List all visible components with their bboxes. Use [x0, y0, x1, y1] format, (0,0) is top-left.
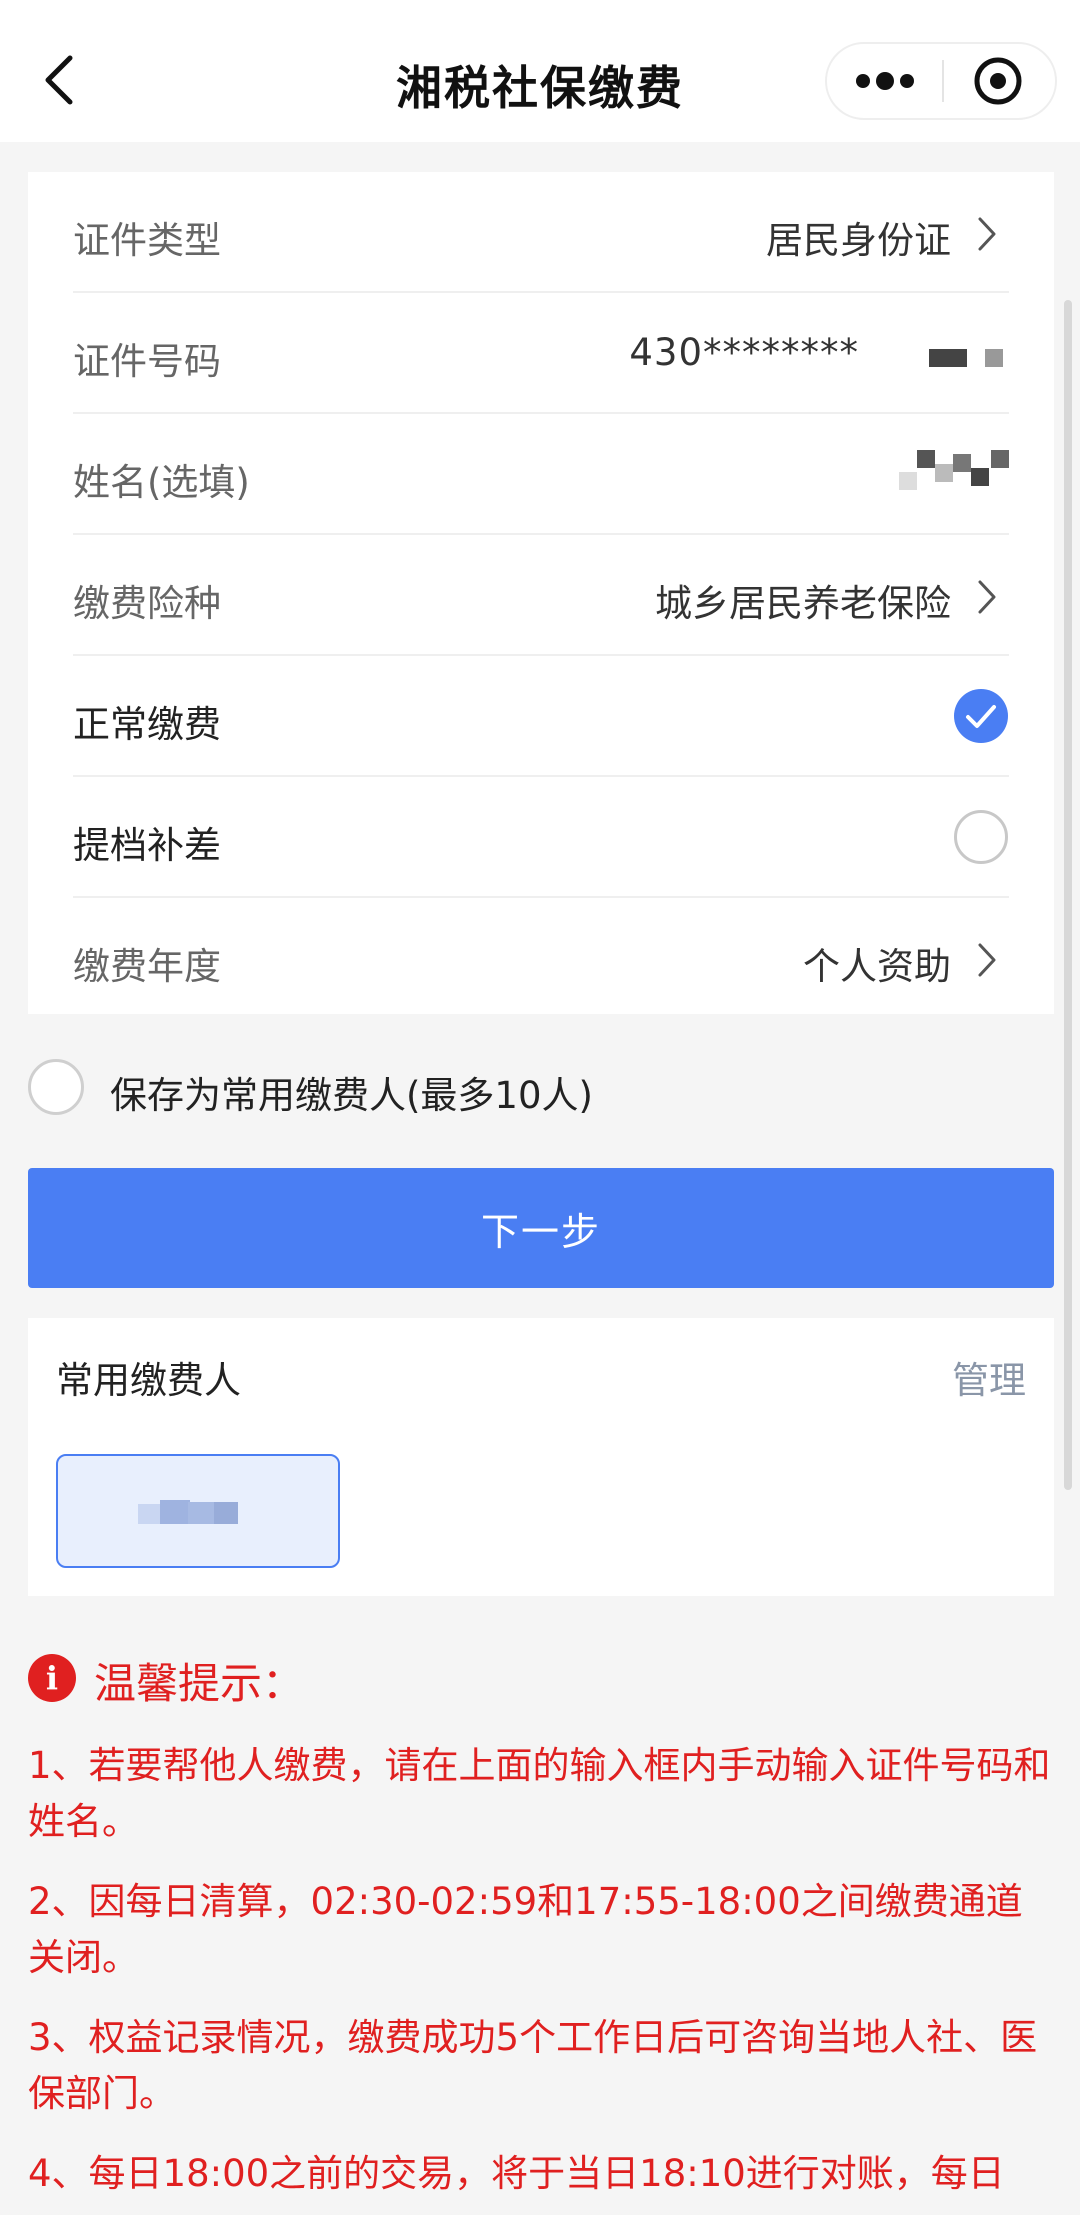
info-icon: i [28, 1654, 76, 1702]
more-dots-icon [856, 72, 914, 90]
navigation-bar: 湘税社保缴费 [0, 0, 1080, 142]
checkbox-circle-icon[interactable] [28, 1059, 84, 1115]
masked-payer-name [138, 1500, 238, 1524]
upgrade-payment-label: 提档补差 [73, 824, 221, 867]
payment-form: 证件类型 居民身份证 证件号码 430******** 姓名(选填) 缴费险种 … [28, 172, 1054, 1014]
chevron-right-icon [978, 580, 996, 614]
scrollbar[interactable] [1064, 300, 1072, 1490]
tip-item: 2、因每日清算，02:30-02:59和17:55-18:00之间缴费通道关闭。 [28, 1880, 1023, 1979]
name-label: 姓名(选填) [73, 461, 250, 504]
upgrade-payment-option[interactable]: 提档补差 [73, 777, 1009, 898]
close-button[interactable] [944, 44, 1055, 118]
id-number-row[interactable]: 证件号码 430******** [73, 293, 1009, 414]
normal-payment-label: 正常缴费 [73, 703, 221, 746]
id-type-label: 证件类型 [73, 219, 221, 262]
id-number-field[interactable]: 430******** [629, 331, 859, 374]
insurance-type-label: 缴费险种 [73, 582, 221, 625]
payment-year-row[interactable]: 缴费年度 个人资助 [73, 898, 1009, 1019]
insurance-type-value: 城乡居民养老保险 [655, 582, 951, 625]
next-step-button[interactable]: 下一步 [28, 1168, 1054, 1288]
payment-year-label: 缴费年度 [73, 945, 221, 988]
normal-payment-option[interactable]: 正常缴费 [73, 656, 1009, 777]
unchecked-circle-icon[interactable] [953, 809, 1009, 865]
id-type-value: 居民身份证 [766, 219, 951, 262]
manage-link[interactable]: 管理 [952, 1350, 1026, 1404]
tips-header: i 温馨提示： [28, 1648, 628, 1708]
mini-program-capsule [825, 42, 1057, 120]
chevron-right-icon [978, 217, 996, 251]
payment-year-value: 个人资助 [803, 945, 951, 988]
id-type-row[interactable]: 证件类型 居民身份证 [73, 172, 1009, 293]
tip-item: 3、权益记录情况，缴费成功5个工作日后可咨询当地人社、医保部门。 [28, 2016, 1038, 2115]
masked-name-field[interactable] [899, 450, 1009, 492]
frequent-payers-title: 常用缴费人 [56, 1359, 241, 1402]
id-number-label: 证件号码 [73, 340, 221, 383]
insurance-type-row[interactable]: 缴费险种 城乡居民养老保险 [73, 535, 1009, 656]
save-payer-checkbox[interactable]: 保存为常用缴费人(最多10人) [28, 1056, 928, 1117]
more-button[interactable] [827, 44, 942, 118]
frequent-payers-card: 常用缴费人 管理 [28, 1318, 1054, 1596]
tip-item: 4、每日18:00之前的交易，将于当日18:10进行对账，每日 [28, 2152, 1005, 2195]
check-circle-icon[interactable] [953, 688, 1009, 744]
tip-item: 1、若要帮他人缴费，请在上面的输入框内手动输入证件号码和姓名。 [28, 1744, 1051, 1843]
frequent-payer-chip[interactable] [56, 1454, 340, 1568]
target-circle-icon [974, 57, 1022, 105]
chevron-right-icon [978, 943, 996, 977]
tips-title: 温馨提示： [94, 1659, 305, 1708]
name-row[interactable]: 姓名(选填) [73, 414, 1009, 535]
masked-id-digits [929, 349, 1009, 369]
save-payer-label: 保存为常用缴费人(最多10人) [110, 1074, 593, 1117]
